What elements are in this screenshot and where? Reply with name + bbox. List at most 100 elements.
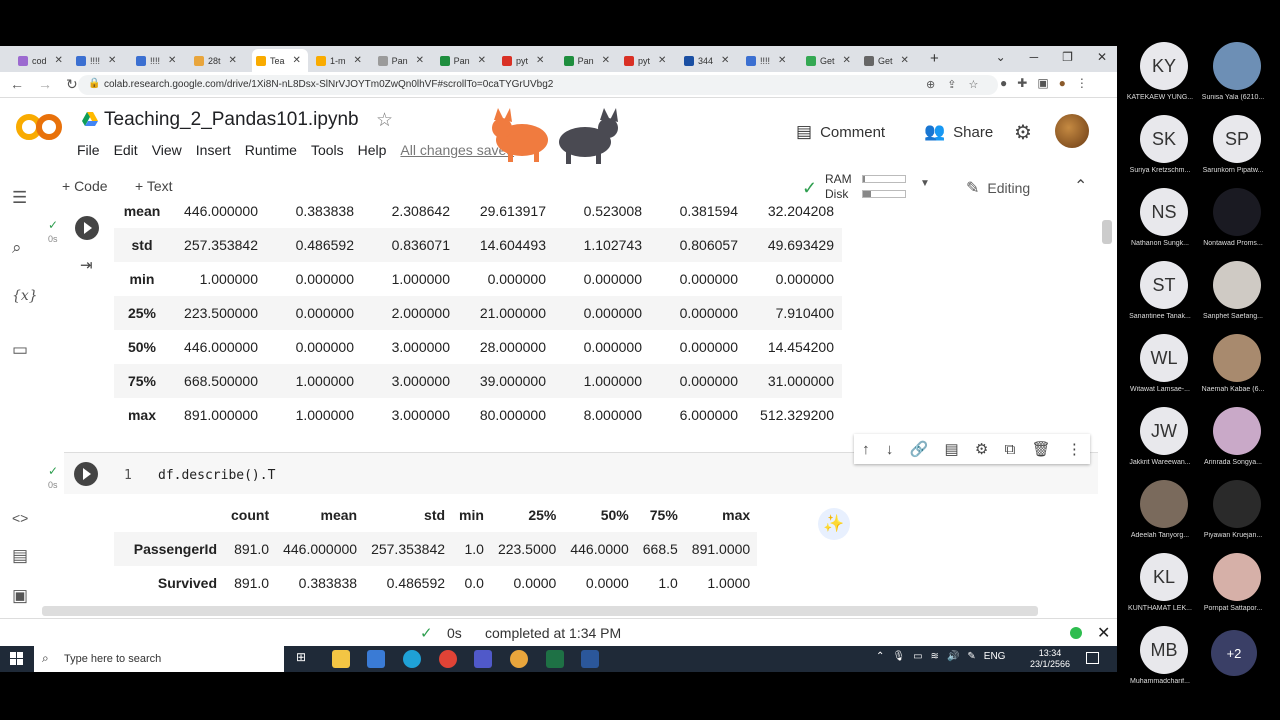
mic-icon[interactable]: 🎙	[892, 651, 905, 662]
browser-tab[interactable]: 28t ✕	[190, 49, 244, 72]
output-icon[interactable]: ⇥	[80, 256, 93, 274]
volume-icon[interactable]: 🔊	[947, 651, 959, 662]
notification-icon[interactable]	[1086, 652, 1099, 664]
comment-icon[interactable]: ▤	[945, 440, 959, 458]
menu-help[interactable]: Help	[358, 142, 387, 158]
browser-tab[interactable]: pyt ✕	[498, 49, 552, 72]
browser-tab[interactable]: 344 ✕	[680, 49, 734, 72]
pen-icon[interactable]: ✎	[967, 651, 975, 662]
participant-tile[interactable]: Sanphet Saefang...	[1193, 261, 1273, 334]
puzzle-icon[interactable]: ✚	[1017, 76, 1027, 90]
run-cell-button[interactable]	[74, 462, 98, 486]
command-palette-icon[interactable]: ▤	[12, 546, 28, 566]
horizontal-scrollbar[interactable]	[42, 606, 1038, 616]
battery-icon[interactable]: ▭	[913, 651, 922, 662]
omnibox[interactable]: 🔒 colab.research.google.com/drive/1Xi8N-…	[78, 75, 998, 95]
tab-close-icon[interactable]: ✕	[901, 55, 909, 66]
participant-tile[interactable]: Naemah Kabae (6...	[1193, 334, 1273, 407]
tab-close-icon[interactable]: ✕	[536, 55, 544, 66]
tab-close-icon[interactable]: ✕	[293, 55, 301, 66]
participant-tile[interactable]: JW Jakkrit Wareewan...	[1120, 407, 1200, 480]
variables-icon[interactable]: {x}	[12, 288, 38, 304]
avatar[interactable]	[1055, 114, 1089, 148]
browser-tab[interactable]: Get ✕	[860, 49, 914, 72]
file-explorer-icon[interactable]	[332, 650, 350, 668]
browser-tab[interactable]: Pan ✕	[560, 49, 614, 72]
chevron-down-icon[interactable]: ⌄	[996, 50, 1006, 64]
tab-close-icon[interactable]: ✕	[478, 55, 486, 66]
zoom-icon[interactable]: ⊕	[926, 78, 935, 91]
new-tab-button[interactable]: +	[930, 50, 939, 67]
tab-close-icon[interactable]: ✕	[602, 55, 610, 66]
move-up-icon[interactable]: ↑	[862, 441, 870, 458]
store-icon[interactable]	[367, 650, 385, 668]
excel-icon[interactable]	[546, 650, 564, 668]
teams-icon[interactable]	[474, 650, 492, 668]
clock[interactable]: 13:34 23/1/2566	[1030, 648, 1070, 670]
back-icon[interactable]: ←	[10, 76, 24, 93]
add-text-button[interactable]: + Text	[135, 178, 173, 194]
trash-icon[interactable]: 🗑	[1032, 440, 1051, 458]
browser-tab[interactable]: cod ✕	[14, 49, 68, 72]
add-code-button[interactable]: + Code	[62, 178, 108, 194]
taskbar-search[interactable]: ⌕ Type here to search	[34, 646, 284, 672]
link-icon[interactable]: 🔗	[910, 440, 929, 458]
browser-tab[interactable]: Pan ✕	[374, 49, 428, 72]
reload-icon[interactable]: ↻	[66, 76, 78, 93]
participant-tile[interactable]: Adeelah Tanyorg...	[1120, 480, 1200, 553]
participant-tile[interactable]: KL KUNTHAMAT LEK...	[1120, 553, 1200, 626]
move-down-icon[interactable]: ↓	[886, 441, 894, 458]
participant-tile[interactable]: Nontawad Proms...	[1193, 188, 1273, 261]
participant-tile[interactable]: NS Nathanon Sungk...	[1120, 188, 1200, 261]
tab-close-icon[interactable]: ✕	[168, 55, 176, 66]
browser-tab[interactable]: pyt ✕	[620, 49, 674, 72]
editing-mode[interactable]: ✎ Editing	[966, 178, 1030, 198]
browser-tab[interactable]: Get ✕	[802, 49, 856, 72]
more-participants-button[interactable]: +2	[1211, 630, 1257, 676]
chevron-up-icon[interactable]: ⌃	[876, 651, 884, 662]
star-icon[interactable]: ☆	[376, 109, 393, 132]
tab-close-icon[interactable]: ✕	[721, 55, 729, 66]
close-window-icon[interactable]: ✕	[1097, 50, 1107, 64]
caret-down-icon[interactable]: ▼	[920, 178, 930, 189]
participant-tile[interactable]: Arinrada Songya...	[1193, 407, 1273, 480]
folder-icon[interactable]: ▭	[12, 340, 28, 360]
participant-tile[interactable]: Pornpat Sattapor...	[1193, 553, 1273, 626]
participant-tile[interactable]: WL Witawat Lamsae-...	[1120, 334, 1200, 407]
share-button[interactable]: 👥 Share	[924, 122, 993, 142]
tab-close-icon[interactable]: ✕	[843, 55, 851, 66]
maximize-icon[interactable]: ❐	[1062, 50, 1073, 64]
chrome-icon[interactable]	[439, 650, 457, 668]
windows-start-icon[interactable]	[10, 652, 23, 665]
menu-view[interactable]: View	[152, 142, 182, 158]
menu-insert[interactable]: Insert	[196, 142, 231, 158]
tab-close-icon[interactable]: ✕	[354, 55, 362, 66]
kebab-menu-icon[interactable]: ⋮	[1076, 76, 1088, 90]
gear-icon[interactable]: ⚙	[975, 440, 988, 458]
browser-tab[interactable]: 1-m ✕	[312, 49, 366, 72]
tab-close-icon[interactable]: ✕	[55, 55, 63, 66]
tab-close-icon[interactable]: ✕	[108, 55, 116, 66]
mirror-cell-icon[interactable]: ⧉	[1005, 441, 1016, 458]
gear-icon[interactable]: ⚙	[1014, 120, 1032, 145]
chrome-profile-icon[interactable]	[510, 650, 528, 668]
forward-icon[interactable]: →	[38, 76, 52, 93]
word-icon[interactable]	[581, 650, 599, 668]
browser-tab[interactable]: Pan ✕	[436, 49, 490, 72]
minimize-icon[interactable]: ─	[1030, 50, 1039, 64]
language-indicator[interactable]: ENG	[984, 651, 1006, 662]
menu-tools[interactable]: Tools	[311, 142, 344, 158]
participant-tile[interactable]: MB Muhammadcharif...	[1120, 626, 1200, 699]
share-page-icon[interactable]: ⇪	[947, 78, 956, 91]
profile-icon[interactable]: ●	[1059, 76, 1066, 90]
edge-icon[interactable]	[403, 650, 421, 668]
search-icon[interactable]: ⌕	[12, 238, 22, 258]
menu-file[interactable]: File	[77, 142, 100, 158]
tab-close-icon[interactable]: ✕	[229, 55, 237, 66]
sidepanel-icon[interactable]: ▣	[1037, 76, 1048, 90]
kebab-menu-icon[interactable]: ⋮	[1067, 440, 1082, 458]
run-cell-button[interactable]	[75, 216, 99, 240]
comment-button[interactable]: ▤ Comment	[796, 122, 885, 142]
wifi-icon[interactable]: ≋	[931, 651, 939, 662]
browser-tab[interactable]: !!!! ✕	[132, 49, 186, 72]
